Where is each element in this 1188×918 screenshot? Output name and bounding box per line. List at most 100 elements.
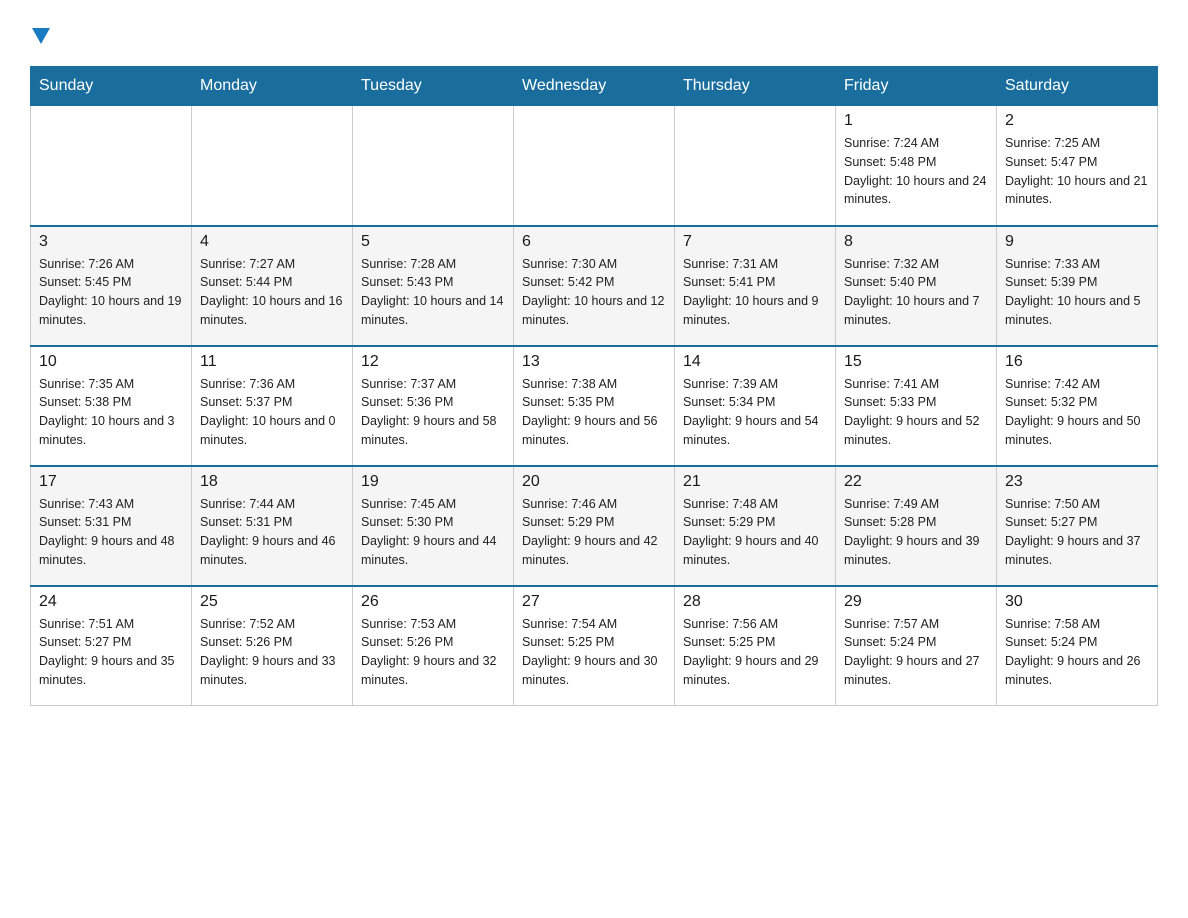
week-row-1: 1 Sunrise: 7:24 AMSunset: 5:48 PMDaylight… — [31, 106, 1158, 226]
day-info: Sunrise: 7:30 AMSunset: 5:42 PMDaylight:… — [522, 255, 666, 330]
header-tuesday: Tuesday — [353, 67, 514, 106]
day-number: 3 — [39, 233, 183, 251]
header-friday: Friday — [836, 67, 997, 106]
day-number: 26 — [361, 593, 505, 611]
day-cell: 13Sunrise: 7:38 AMSunset: 5:35 PMDayligh… — [514, 346, 675, 466]
day-number: 6 — [522, 233, 666, 251]
day-number: 23 — [1005, 473, 1149, 491]
day-cell: 1 Sunrise: 7:24 AMSunset: 5:48 PMDaylight… — [836, 106, 997, 226]
day-number: 14 — [683, 353, 827, 371]
page-header — [30, 20, 1158, 46]
day-cell: 27 Sunrise: 7:54 AMSunset: 5:25 PMDayligh… — [514, 586, 675, 706]
day-info: Sunrise: 7:36 AMSunset: 5:37 PMDaylight:… — [200, 375, 344, 450]
day-info: Sunrise: 7:28 AMSunset: 5:43 PMDaylight:… — [361, 255, 505, 330]
day-number: 10 — [39, 353, 183, 371]
day-info: Sunrise: 7:44 AMSunset: 5:31 PMDaylight:… — [200, 495, 344, 570]
day-number: 12 — [361, 353, 505, 371]
day-info: Sunrise: 7:32 AMSunset: 5:40 PMDaylight:… — [844, 255, 988, 330]
day-info: Sunrise: 7:51 AMSunset: 5:27 PMDaylight:… — [39, 615, 183, 690]
day-cell: 19 Sunrise: 7:45 AMSunset: 5:30 PMDayligh… — [353, 466, 514, 586]
day-number: 5 — [361, 233, 505, 251]
day-info: Sunrise: 7:58 AMSunset: 5:24 PMDaylight:… — [1005, 615, 1149, 690]
day-number: 29 — [844, 593, 988, 611]
day-number: 25 — [200, 593, 344, 611]
day-number: 24 — [39, 593, 183, 611]
day-cell: 20 Sunrise: 7:46 AMSunset: 5:29 PMDayligh… — [514, 466, 675, 586]
day-number: 19 — [361, 473, 505, 491]
day-cell — [31, 106, 192, 226]
day-info: Sunrise: 7:54 AMSunset: 5:25 PMDaylight:… — [522, 615, 666, 690]
day-cell: 29 Sunrise: 7:57 AMSunset: 5:24 PMDayligh… — [836, 586, 997, 706]
day-number: 11 — [200, 353, 344, 371]
day-info: Sunrise: 7:52 AMSunset: 5:26 PMDaylight:… — [200, 615, 344, 690]
day-cell: 3 Sunrise: 7:26 AMSunset: 5:45 PMDaylight… — [31, 226, 192, 346]
day-info: Sunrise: 7:25 AMSunset: 5:47 PMDaylight:… — [1005, 134, 1149, 209]
day-info: Sunrise: 7:41 AMSunset: 5:33 PMDaylight:… — [844, 375, 988, 450]
day-cell: 7 Sunrise: 7:31 AMSunset: 5:41 PMDaylight… — [675, 226, 836, 346]
day-number: 30 — [1005, 593, 1149, 611]
day-number: 15 — [844, 353, 988, 371]
day-number: 2 — [1005, 112, 1149, 130]
header-saturday: Saturday — [997, 67, 1158, 106]
day-cell: 4 Sunrise: 7:27 AMSunset: 5:44 PMDaylight… — [192, 226, 353, 346]
day-number: 8 — [844, 233, 988, 251]
day-cell: 17 Sunrise: 7:43 AMSunset: 5:31 PMDayligh… — [31, 466, 192, 586]
week-row-3: 10Sunrise: 7:35 AMSunset: 5:38 PMDayligh… — [31, 346, 1158, 466]
day-cell: 10Sunrise: 7:35 AMSunset: 5:38 PMDayligh… — [31, 346, 192, 466]
day-cell — [675, 106, 836, 226]
day-cell — [192, 106, 353, 226]
day-info: Sunrise: 7:49 AMSunset: 5:28 PMDaylight:… — [844, 495, 988, 570]
day-info: Sunrise: 7:39 AMSunset: 5:34 PMDaylight:… — [683, 375, 827, 450]
day-number: 17 — [39, 473, 183, 491]
day-info: Sunrise: 7:48 AMSunset: 5:29 PMDaylight:… — [683, 495, 827, 570]
day-number: 18 — [200, 473, 344, 491]
day-info: Sunrise: 7:37 AMSunset: 5:36 PMDaylight:… — [361, 375, 505, 450]
day-number: 27 — [522, 593, 666, 611]
day-number: 21 — [683, 473, 827, 491]
day-info: Sunrise: 7:26 AMSunset: 5:45 PMDaylight:… — [39, 255, 183, 330]
day-cell: 9Sunrise: 7:33 AMSunset: 5:39 PMDaylight… — [997, 226, 1158, 346]
week-row-5: 24 Sunrise: 7:51 AMSunset: 5:27 PMDayligh… — [31, 586, 1158, 706]
day-info: Sunrise: 7:50 AMSunset: 5:27 PMDaylight:… — [1005, 495, 1149, 570]
day-cell — [353, 106, 514, 226]
day-cell: 2 Sunrise: 7:25 AMSunset: 5:47 PMDaylight… — [997, 106, 1158, 226]
day-info: Sunrise: 7:53 AMSunset: 5:26 PMDaylight:… — [361, 615, 505, 690]
day-info: Sunrise: 7:42 AMSunset: 5:32 PMDaylight:… — [1005, 375, 1149, 450]
day-info: Sunrise: 7:46 AMSunset: 5:29 PMDaylight:… — [522, 495, 666, 570]
day-cell: 22 Sunrise: 7:49 AMSunset: 5:28 PMDayligh… — [836, 466, 997, 586]
day-cell: 21 Sunrise: 7:48 AMSunset: 5:29 PMDayligh… — [675, 466, 836, 586]
day-info: Sunrise: 7:45 AMSunset: 5:30 PMDaylight:… — [361, 495, 505, 570]
day-cell: 18 Sunrise: 7:44 AMSunset: 5:31 PMDayligh… — [192, 466, 353, 586]
day-cell: 28Sunrise: 7:56 AMSunset: 5:25 PMDayligh… — [675, 586, 836, 706]
header-row: SundayMondayTuesdayWednesdayThursdayFrid… — [31, 67, 1158, 106]
day-cell: 8 Sunrise: 7:32 AMSunset: 5:40 PMDaylight… — [836, 226, 997, 346]
day-number: 28 — [683, 593, 827, 611]
day-number: 16 — [1005, 353, 1149, 371]
day-cell: 24 Sunrise: 7:51 AMSunset: 5:27 PMDayligh… — [31, 586, 192, 706]
day-info: Sunrise: 7:33 AMSunset: 5:39 PMDaylight:… — [1005, 255, 1149, 330]
day-cell: 30 Sunrise: 7:58 AMSunset: 5:24 PMDayligh… — [997, 586, 1158, 706]
day-number: 4 — [200, 233, 344, 251]
day-cell: 23 Sunrise: 7:50 AMSunset: 5:27 PMDayligh… — [997, 466, 1158, 586]
day-number: 20 — [522, 473, 666, 491]
day-number: 7 — [683, 233, 827, 251]
week-row-2: 3 Sunrise: 7:26 AMSunset: 5:45 PMDaylight… — [31, 226, 1158, 346]
day-cell: 12 Sunrise: 7:37 AMSunset: 5:36 PMDayligh… — [353, 346, 514, 466]
day-cell: 16 Sunrise: 7:42 AMSunset: 5:32 PMDayligh… — [997, 346, 1158, 466]
header-thursday: Thursday — [675, 67, 836, 106]
day-cell: 11 Sunrise: 7:36 AMSunset: 5:37 PMDayligh… — [192, 346, 353, 466]
day-info: Sunrise: 7:24 AMSunset: 5:48 PMDaylight:… — [844, 134, 988, 209]
day-cell: 14 Sunrise: 7:39 AMSunset: 5:34 PMDayligh… — [675, 346, 836, 466]
day-number: 13 — [522, 353, 666, 371]
header-sunday: Sunday — [31, 67, 192, 106]
day-info: Sunrise: 7:27 AMSunset: 5:44 PMDaylight:… — [200, 255, 344, 330]
logo-triangle-icon — [32, 28, 50, 44]
day-info: Sunrise: 7:31 AMSunset: 5:41 PMDaylight:… — [683, 255, 827, 330]
day-info: Sunrise: 7:57 AMSunset: 5:24 PMDaylight:… — [844, 615, 988, 690]
day-cell: 26 Sunrise: 7:53 AMSunset: 5:26 PMDayligh… — [353, 586, 514, 706]
day-number: 1 — [844, 112, 988, 130]
header-wednesday: Wednesday — [514, 67, 675, 106]
day-info: Sunrise: 7:43 AMSunset: 5:31 PMDaylight:… — [39, 495, 183, 570]
calendar-table: SundayMondayTuesdayWednesdayThursdayFrid… — [30, 66, 1158, 706]
day-number: 22 — [844, 473, 988, 491]
